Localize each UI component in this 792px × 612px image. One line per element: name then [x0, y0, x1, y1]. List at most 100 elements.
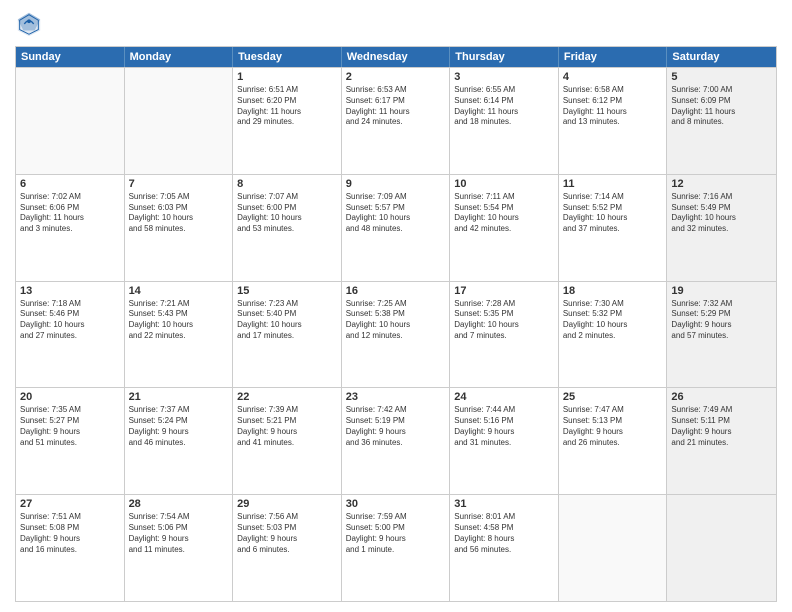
day-number: 21 [129, 391, 229, 403]
calendar-cell: 10 Sunrise: 7:11 AM Sunset: 5:54 PM Dayli… [450, 175, 559, 281]
cell-info: Sunrise: 7:42 AM Sunset: 5:19 PM Dayligh… [346, 405, 446, 448]
calendar-cell [125, 68, 234, 174]
calendar-cell: 20 Sunrise: 7:35 AM Sunset: 5:27 PM Dayli… [16, 388, 125, 494]
calendar-cell: 14 Sunrise: 7:21 AM Sunset: 5:43 PM Dayli… [125, 282, 234, 388]
day-number: 14 [129, 285, 229, 297]
calendar-cell: 22 Sunrise: 7:39 AM Sunset: 5:21 PM Dayli… [233, 388, 342, 494]
day-number: 3 [454, 71, 554, 83]
day-number: 12 [671, 178, 772, 190]
calendar-cell: 25 Sunrise: 7:47 AM Sunset: 5:13 PM Dayli… [559, 388, 668, 494]
cell-info: Sunrise: 7:21 AM Sunset: 5:43 PM Dayligh… [129, 299, 229, 342]
calendar-row: 27Sunrise: 7:51 AM Sunset: 5:08 PM Dayli… [16, 494, 776, 601]
calendar-cell: 31 Sunrise: 8:01 AM Sunset: 4:58 PM Dayli… [450, 495, 559, 601]
calendar-header: SundayMondayTuesdayWednesdayThursdayFrid… [16, 47, 776, 67]
day-number: 26 [671, 391, 772, 403]
cell-info: Sunrise: 7:16 AM Sunset: 5:49 PM Dayligh… [671, 192, 772, 235]
weekday-header: Friday [559, 47, 668, 67]
cell-info: Sunrise: 7:25 AM Sunset: 5:38 PM Dayligh… [346, 299, 446, 342]
cell-info: Sunrise: 6:58 AM Sunset: 6:12 PM Dayligh… [563, 85, 663, 128]
logo-icon [15, 10, 43, 38]
cell-info: Sunrise: 7:30 AM Sunset: 5:32 PM Dayligh… [563, 299, 663, 342]
day-number: 6 [20, 178, 120, 190]
calendar-body: 1 Sunrise: 6:51 AM Sunset: 6:20 PM Daylig… [16, 67, 776, 601]
day-number: 20 [20, 391, 120, 403]
day-number: 27 [20, 498, 120, 510]
calendar-cell: 24Sunrise: 7:44 AM Sunset: 5:16 PM Dayli… [450, 388, 559, 494]
cell-info: Sunrise: 7:00 AM Sunset: 6:09 PM Dayligh… [671, 85, 772, 128]
calendar-cell: 6 Sunrise: 7:02 AM Sunset: 6:06 PM Daylig… [16, 175, 125, 281]
cell-info: Sunrise: 7:02 AM Sunset: 6:06 PM Dayligh… [20, 192, 120, 235]
cell-info: Sunrise: 7:47 AM Sunset: 5:13 PM Dayligh… [563, 405, 663, 448]
cell-info: Sunrise: 7:32 AM Sunset: 5:29 PM Dayligh… [671, 299, 772, 342]
cell-info: Sunrise: 7:35 AM Sunset: 5:27 PM Dayligh… [20, 405, 120, 448]
weekday-header: Thursday [450, 47, 559, 67]
cell-info: Sunrise: 7:18 AM Sunset: 5:46 PM Dayligh… [20, 299, 120, 342]
cell-info: Sunrise: 7:56 AM Sunset: 5:03 PM Dayligh… [237, 512, 337, 555]
day-number: 22 [237, 391, 337, 403]
calendar-cell: 12 Sunrise: 7:16 AM Sunset: 5:49 PM Dayli… [667, 175, 776, 281]
cell-info: Sunrise: 6:51 AM Sunset: 6:20 PM Dayligh… [237, 85, 337, 128]
day-number: 11 [563, 178, 663, 190]
cell-info: Sunrise: 7:59 AM Sunset: 5:00 PM Dayligh… [346, 512, 446, 555]
day-number: 15 [237, 285, 337, 297]
calendar-cell: 21 Sunrise: 7:37 AM Sunset: 5:24 PM Dayli… [125, 388, 234, 494]
calendar-row: 6 Sunrise: 7:02 AM Sunset: 6:06 PM Daylig… [16, 174, 776, 281]
weekday-header: Saturday [667, 47, 776, 67]
day-number: 5 [671, 71, 772, 83]
calendar-cell [667, 495, 776, 601]
calendar-cell: 29 Sunrise: 7:56 AM Sunset: 5:03 PM Dayli… [233, 495, 342, 601]
cell-info: Sunrise: 7:09 AM Sunset: 5:57 PM Dayligh… [346, 192, 446, 235]
day-number: 9 [346, 178, 446, 190]
cell-info: Sunrise: 7:28 AM Sunset: 5:35 PM Dayligh… [454, 299, 554, 342]
day-number: 4 [563, 71, 663, 83]
weekday-header: Tuesday [233, 47, 342, 67]
day-number: 31 [454, 498, 554, 510]
calendar-cell: 9 Sunrise: 7:09 AM Sunset: 5:57 PM Daylig… [342, 175, 451, 281]
day-number: 25 [563, 391, 663, 403]
logo [15, 10, 47, 38]
cell-info: Sunrise: 7:39 AM Sunset: 5:21 PM Dayligh… [237, 405, 337, 448]
cell-info: Sunrise: 8:01 AM Sunset: 4:58 PM Dayligh… [454, 512, 554, 555]
calendar-cell [16, 68, 125, 174]
header [15, 10, 777, 38]
calendar-cell: 5 Sunrise: 7:00 AM Sunset: 6:09 PM Daylig… [667, 68, 776, 174]
day-number: 13 [20, 285, 120, 297]
cell-info: Sunrise: 7:49 AM Sunset: 5:11 PM Dayligh… [671, 405, 772, 448]
cell-info: Sunrise: 6:55 AM Sunset: 6:14 PM Dayligh… [454, 85, 554, 128]
weekday-header: Monday [125, 47, 234, 67]
calendar-cell: 4 Sunrise: 6:58 AM Sunset: 6:12 PM Daylig… [559, 68, 668, 174]
day-number: 28 [129, 498, 229, 510]
calendar-cell: 1 Sunrise: 6:51 AM Sunset: 6:20 PM Daylig… [233, 68, 342, 174]
cell-info: Sunrise: 7:11 AM Sunset: 5:54 PM Dayligh… [454, 192, 554, 235]
day-number: 29 [237, 498, 337, 510]
cell-info: Sunrise: 7:54 AM Sunset: 5:06 PM Dayligh… [129, 512, 229, 555]
cell-info: Sunrise: 7:07 AM Sunset: 6:00 PM Dayligh… [237, 192, 337, 235]
calendar-cell: 30 Sunrise: 7:59 AM Sunset: 5:00 PM Dayli… [342, 495, 451, 601]
calendar-row: 13 Sunrise: 7:18 AM Sunset: 5:46 PM Dayli… [16, 281, 776, 388]
day-number: 19 [671, 285, 772, 297]
calendar: SundayMondayTuesdayWednesdayThursdayFrid… [15, 46, 777, 602]
calendar-cell: 26 Sunrise: 7:49 AM Sunset: 5:11 PM Dayli… [667, 388, 776, 494]
weekday-header: Wednesday [342, 47, 451, 67]
page: SundayMondayTuesdayWednesdayThursdayFrid… [0, 0, 792, 612]
day-number: 18 [563, 285, 663, 297]
cell-info: Sunrise: 6:53 AM Sunset: 6:17 PM Dayligh… [346, 85, 446, 128]
calendar-cell: 8 Sunrise: 7:07 AM Sunset: 6:00 PM Daylig… [233, 175, 342, 281]
calendar-cell: 17 Sunrise: 7:28 AM Sunset: 5:35 PM Dayli… [450, 282, 559, 388]
day-number: 10 [454, 178, 554, 190]
cell-info: Sunrise: 7:37 AM Sunset: 5:24 PM Dayligh… [129, 405, 229, 448]
calendar-cell: 23Sunrise: 7:42 AM Sunset: 5:19 PM Dayli… [342, 388, 451, 494]
calendar-cell: 13 Sunrise: 7:18 AM Sunset: 5:46 PM Dayli… [16, 282, 125, 388]
calendar-cell [559, 495, 668, 601]
cell-info: Sunrise: 7:05 AM Sunset: 6:03 PM Dayligh… [129, 192, 229, 235]
calendar-row: 1 Sunrise: 6:51 AM Sunset: 6:20 PM Daylig… [16, 67, 776, 174]
cell-info: Sunrise: 7:44 AM Sunset: 5:16 PM Dayligh… [454, 405, 554, 448]
day-number: 30 [346, 498, 446, 510]
calendar-cell: 28 Sunrise: 7:54 AM Sunset: 5:06 PM Dayli… [125, 495, 234, 601]
calendar-row: 20 Sunrise: 7:35 AM Sunset: 5:27 PM Dayli… [16, 387, 776, 494]
day-number: 8 [237, 178, 337, 190]
day-number: 16 [346, 285, 446, 297]
calendar-cell: 15Sunrise: 7:23 AM Sunset: 5:40 PM Dayli… [233, 282, 342, 388]
day-number: 17 [454, 285, 554, 297]
day-number: 1 [237, 71, 337, 83]
